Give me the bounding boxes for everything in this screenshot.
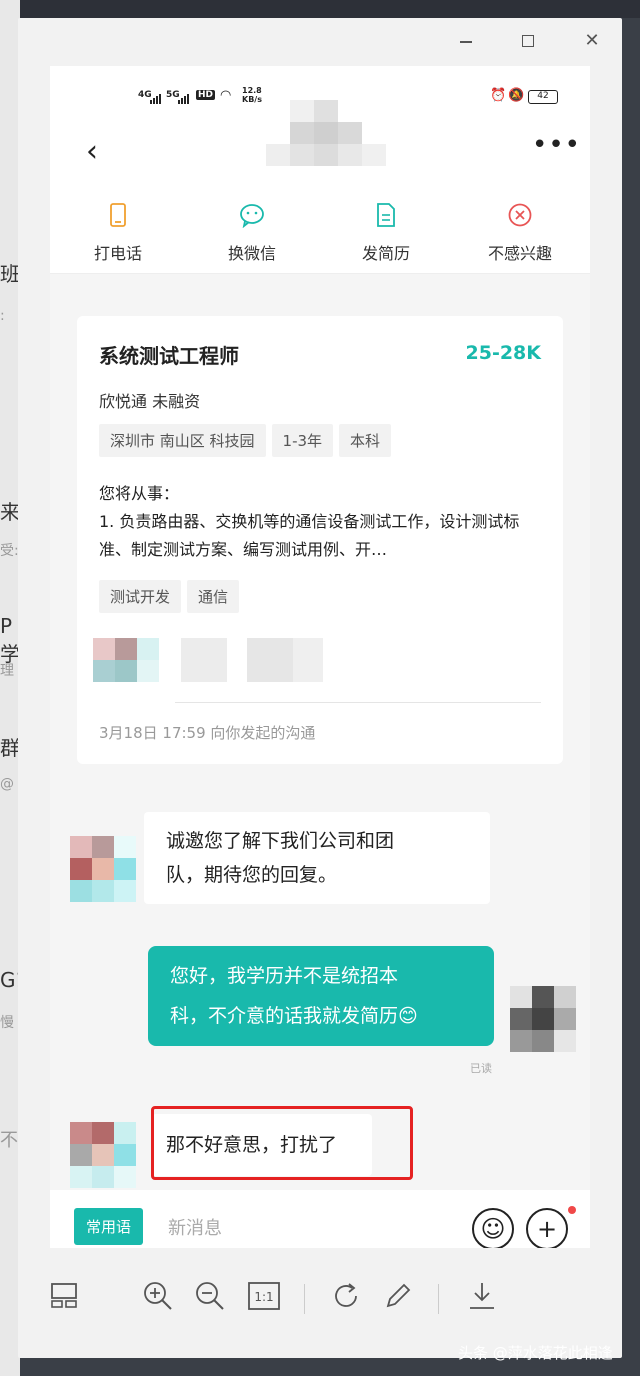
svg-text:1:1: 1:1 [254, 1290, 273, 1304]
education-tag: 本科 [339, 424, 392, 457]
minimize-button[interactable] [454, 30, 478, 43]
plus-icon: + [536, 1215, 558, 1243]
recruiter-avatar[interactable] [70, 1122, 138, 1190]
not-interested-icon [508, 203, 532, 227]
viewer-toolbar: 1:1 [18, 1268, 622, 1332]
actual-size-button[interactable]: 1:1 [246, 1280, 282, 1316]
not-interested-button[interactable]: 不感兴趣 [470, 202, 570, 264]
incoming-message: 诚邀您了解下我们公司和团 队，期待您的回复。 [144, 812, 490, 904]
bg-text: 不 [0, 1130, 18, 1151]
contact-name-mosaic [250, 100, 400, 172]
maximize-button[interactable] [516, 30, 540, 47]
signal-icon [178, 94, 189, 104]
pencil-icon [386, 1283, 411, 1308]
exchange-wechat-button[interactable]: 换微信 [202, 202, 302, 264]
message-text: 您好，我学历并不是统招本 [170, 965, 399, 987]
mute-icon: 🔕 [508, 88, 525, 103]
skill-tags: 测试开发 通信 [99, 580, 245, 613]
message-text: 科，不介意的话我就发简历😊 [170, 1005, 418, 1027]
hd-label: HD [196, 90, 216, 100]
maximize-icon [522, 35, 534, 47]
not-interested-label: 不感兴趣 [487, 244, 552, 263]
zoom-in-icon [144, 1282, 172, 1310]
more-options-button[interactable]: ••• [532, 130, 581, 160]
toolbar-separator [438, 1284, 439, 1314]
experience-tag: 1-3年 [271, 424, 334, 457]
phone-icon [110, 203, 126, 227]
call-label: 打电话 [93, 244, 142, 263]
quick-phrases-button[interactable]: 常用语 [74, 1208, 144, 1245]
signal-icon [150, 94, 161, 104]
job-title: 系统测试工程师 [99, 344, 239, 368]
actual-size-icon: 1:1 [248, 1282, 280, 1310]
thumbnail-icon [51, 1283, 77, 1308]
download-icon [470, 1283, 494, 1309]
send-resume-button[interactable]: 发简历 [336, 202, 436, 264]
input-bar: 常用语 新消息 ☺ + [50, 1190, 590, 1248]
company-info: 欣悦通 未融资 [99, 392, 201, 411]
notification-dot [568, 1206, 576, 1214]
background-app-fragment: 班 : 来 受: P学 理 群 @ G1 慢 不 [0, 0, 28, 1376]
send-resume-label: 发简历 [361, 244, 410, 263]
call-button[interactable]: 打电话 [68, 202, 168, 264]
zoom-out-icon [196, 1282, 224, 1310]
toolbar-separator [304, 1284, 305, 1314]
location-tag: 深圳市 南山区 科技园 [99, 424, 266, 457]
user-avatar[interactable] [510, 986, 578, 1054]
battery-indicator: 42 [528, 90, 558, 104]
desktop-top-strip [0, 0, 640, 18]
rotate-icon [335, 1283, 357, 1307]
bg-text: : [0, 308, 5, 324]
thumbnail-view-button[interactable] [46, 1280, 82, 1316]
wechat-icon [240, 204, 264, 229]
emoji-button[interactable]: ☺ [472, 1208, 514, 1248]
read-receipt: 已读 [470, 1062, 492, 1075]
bg-text: 来 [0, 500, 20, 524]
resume-icon [377, 203, 395, 227]
zoom-out-button[interactable] [192, 1280, 228, 1316]
message-input[interactable]: 新消息 [168, 1214, 222, 1240]
download-button[interactable] [464, 1280, 500, 1316]
alarm-icon: ⏰ [490, 88, 507, 103]
close-button[interactable]: ✕ [580, 30, 604, 51]
card-timestamp: 3月18日 17:59 向你发起的沟通 [99, 724, 316, 742]
outgoing-message: 您好，我学历并不是统招本 科，不介意的话我就发简历😊 [148, 946, 494, 1046]
message-text: 诚邀您了解下我们公司和团 [166, 830, 395, 852]
card-divider [175, 702, 541, 703]
back-button[interactable]: ‹ [86, 134, 98, 169]
bg-text: 群 [0, 736, 20, 760]
close-icon: ✕ [584, 30, 600, 51]
wifi-icon: ◠ [220, 88, 232, 103]
bg-text: 班 [0, 262, 20, 286]
smiley-icon: ☺ [480, 1215, 506, 1243]
exchange-wechat-label: 换微信 [227, 244, 276, 263]
zoom-in-button[interactable] [140, 1280, 176, 1316]
phone-screenshot: 4G 5G HD ◠ 12.8 KB/s ⏰ 🔕 42 ‹ ••• 打电话 换微… [50, 66, 590, 1248]
job-tags: 深圳市 南山区 科技园 1-3年 本科 [99, 424, 397, 457]
message-text: 队，期待您的回复。 [166, 864, 338, 886]
chat-header: ‹ ••• [50, 100, 590, 192]
image-viewer-window: ✕ 4G 5G HD ◠ 12.8 KB/s ⏰ 🔕 42 ‹ ••• 打电话 … [18, 18, 622, 1358]
skill-tag: 通信 [187, 580, 240, 613]
edit-button[interactable] [380, 1280, 416, 1316]
red-highlight-box [151, 1106, 413, 1180]
action-row: 打电话 换微信 发简历 不感兴趣 [50, 192, 590, 274]
minimize-icon [460, 41, 472, 43]
job-description: 1. 负责路由器、交换机等的通信设备测试工作，设计测试标准、制定测试方案、编写测… [99, 512, 520, 559]
job-card[interactable]: 系统测试工程师 25-28K 欣悦通 未融资 深圳市 南山区 科技园 1-3年 本科… [77, 316, 563, 764]
bg-text: 慢 [0, 1015, 14, 1031]
bg-text: 受: [0, 543, 19, 559]
bg-text: @ [0, 776, 14, 792]
recruiter-avatar[interactable] [70, 836, 138, 904]
skill-tag: 测试开发 [99, 580, 182, 613]
rotate-button[interactable] [328, 1280, 364, 1316]
watermark: 头条 @萍水落花此相逢 [458, 1344, 613, 1362]
bg-text: 理 [0, 663, 14, 679]
more-plus-button[interactable]: + [526, 1208, 568, 1248]
salary: 25-28K [465, 342, 542, 364]
description-heading: 您将从事： [99, 484, 180, 503]
recruiter-info-mosaic [93, 638, 343, 684]
